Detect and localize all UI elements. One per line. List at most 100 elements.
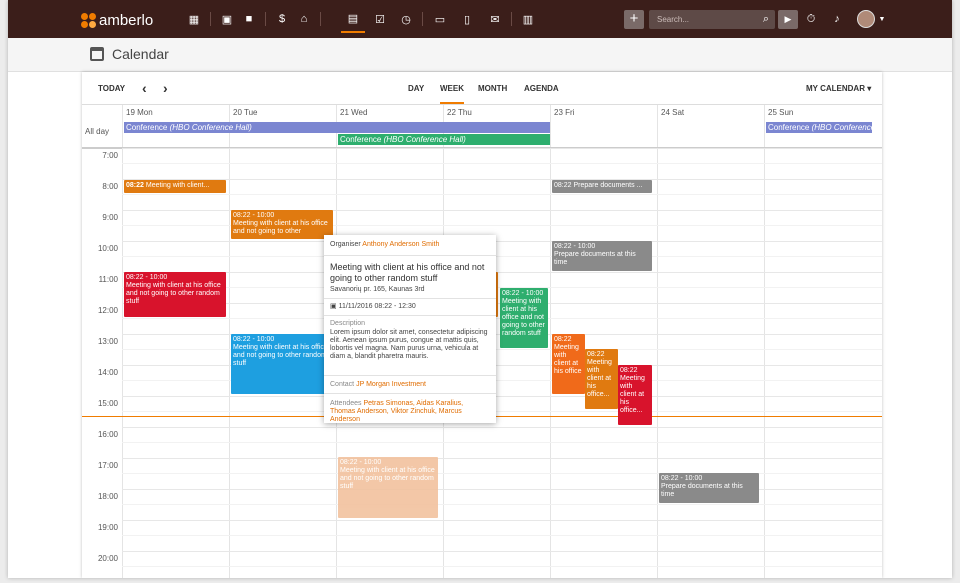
- day-header[interactable]: 19 Mon: [126, 108, 153, 117]
- time-label: 12:00: [97, 306, 118, 315]
- half-hour-line: [122, 411, 882, 412]
- day-header[interactable]: 25 Sun: [768, 108, 793, 117]
- half-hour-line: [122, 194, 882, 195]
- event-address: Savanorių pr. 165, Kaunas 3rd: [330, 286, 425, 293]
- allday-event[interactable]: Conference (HBO Conference Hall): [124, 122, 550, 133]
- calendar-event[interactable]: 08:22 - 10:00 Meeting with client at his …: [231, 334, 333, 394]
- time-label: 20:00: [97, 554, 118, 563]
- calendar-icon[interactable]: ▤: [341, 6, 365, 33]
- page-header: Calendar: [8, 38, 952, 72]
- day-header[interactable]: 22 Thu: [447, 108, 472, 117]
- chevron-down-icon[interactable]: ▼: [874, 11, 890, 27]
- day-header[interactable]: 20 Tue: [233, 108, 257, 117]
- next-button[interactable]: ›: [163, 80, 168, 96]
- calendar-event[interactable]: 08:22 Meeting with client at his office..…: [618, 365, 652, 425]
- calendar-event[interactable]: 08:22 - 10:00 Meeting with client at his …: [124, 272, 226, 317]
- tab-week[interactable]: WEEK: [440, 84, 464, 104]
- tab-agenda[interactable]: AGENDA: [524, 84, 559, 93]
- today-button[interactable]: TODAY: [98, 84, 125, 93]
- calendar-event[interactable]: 08:22 - 10:00 Meeting with client at his …: [231, 210, 333, 239]
- contact-row: Contact JP Morgan Investment: [330, 381, 426, 388]
- tasks-icon[interactable]: ☑: [372, 11, 388, 27]
- bank-icon[interactable]: ⌂: [296, 11, 312, 27]
- time-label: 10:00: [97, 244, 118, 253]
- tab-month[interactable]: MONTH: [478, 84, 507, 93]
- prev-button[interactable]: ‹: [142, 80, 147, 96]
- event-datetime: ▣ 11/11/2016 08:22 - 12:30: [330, 303, 416, 310]
- calendar-event[interactable]: 08:22 Prepare documents ...: [552, 180, 652, 193]
- search-input[interactable]: Search... ⌕: [649, 10, 775, 29]
- half-hour-line: [122, 566, 882, 567]
- time-label: 7:00: [102, 151, 118, 160]
- description-label: Description: [330, 320, 366, 327]
- day-header[interactable]: 21 Wed: [340, 108, 367, 117]
- calendar-event[interactable]: 08:22 - 10:00 Meeting with client at his …: [500, 288, 548, 348]
- attendees-row: Attendees Petras Simonas, Aidas Karalius…: [330, 400, 464, 423]
- hour-line: [122, 148, 882, 149]
- event-title: Meeting with client at his office and no…: [330, 262, 485, 283]
- tab-day[interactable]: DAY: [408, 84, 424, 93]
- calendar-event[interactable]: 08:22 - 10:00 Meeting with client at his …: [338, 457, 438, 518]
- half-hour-line: [122, 442, 882, 443]
- half-hour-line: [122, 535, 882, 536]
- page-title: Calendar: [112, 46, 169, 62]
- organiser-link[interactable]: Anthony Anderson Smith: [362, 241, 439, 248]
- calendar-event[interactable]: 08:22 Meeting with client...: [124, 180, 226, 193]
- time-label: 19:00: [97, 523, 118, 532]
- search-icon[interactable]: ⌕: [763, 10, 769, 29]
- half-hour-line: [122, 504, 882, 505]
- hour-line: [122, 489, 882, 490]
- stopwatch-icon[interactable]: ⏱: [803, 11, 819, 27]
- logo-icon: [81, 12, 96, 28]
- top-navbar: amberlo ▦ ▣ ■ $ ⌂ ▤ ☑ ◷ ▭ ▯ ✉ ▥ + Search…: [8, 0, 952, 38]
- day-header[interactable]: 23 Fri: [554, 108, 574, 117]
- time-label: 8:00: [102, 182, 118, 191]
- time-label: 9:00: [102, 213, 118, 222]
- calendar-event[interactable]: 08:22 - 10:00 Prepare documents at this t…: [552, 241, 652, 271]
- documents-icon[interactable]: ▯: [459, 11, 475, 27]
- allday-event[interactable]: Conference (HBO Conference Hall): [338, 134, 550, 145]
- mail-icon[interactable]: ✉: [487, 11, 503, 27]
- calendar-event[interactable]: 08:22 Meeting with client at his office: [552, 334, 585, 394]
- avatar[interactable]: [857, 10, 875, 28]
- calendar-toolbar: TODAY ‹ › DAY WEEK MONTH AGENDA MY CALEN…: [82, 72, 882, 105]
- contacts-icon[interactable]: ▣: [219, 11, 235, 27]
- billing-icon[interactable]: $: [274, 11, 290, 27]
- event-description: Lorem ipsum dolor sit amet, consectetur …: [330, 329, 488, 360]
- time-label: 13:00: [97, 337, 118, 346]
- folder-icon[interactable]: ▭: [432, 11, 448, 27]
- calendar-event[interactable]: 08:22 - 10:00 Prepare documents at this t…: [659, 473, 759, 503]
- hour-line: [122, 458, 882, 459]
- calendar-event[interactable]: 08:22 Meeting with client at his office..…: [585, 349, 618, 409]
- search-placeholder: Search...: [657, 15, 690, 24]
- time-label: 15:00: [97, 399, 118, 408]
- day-header[interactable]: 24 Sat: [661, 108, 684, 117]
- logo[interactable]: amberlo: [81, 10, 153, 30]
- contact-link[interactable]: JP Morgan Investment: [356, 381, 426, 388]
- play-timer-button[interactable]: ▶: [778, 10, 798, 29]
- allday-event[interactable]: Conference (HBO Conference...: [766, 122, 872, 133]
- app-window: amberlo ▦ ▣ ■ $ ⌂ ▤ ☑ ◷ ▭ ▯ ✉ ▥ + Search…: [8, 0, 952, 578]
- hour-line: [122, 396, 882, 397]
- event-details-popup: Organiser Anthony Anderson Smith Meeting…: [324, 235, 496, 423]
- hour-line: [122, 241, 882, 242]
- calendar-title-icon: [90, 47, 104, 61]
- allday-label: All day: [85, 127, 110, 136]
- bell-icon[interactable]: ♪: [829, 11, 845, 27]
- dashboard-icon[interactable]: ▦: [186, 11, 202, 27]
- clock-icon[interactable]: ◷: [398, 11, 414, 27]
- calendar-select[interactable]: MY CALENDAR ▾: [806, 84, 871, 93]
- hour-line: [122, 551, 882, 552]
- hour-line: [122, 520, 882, 521]
- calendar-select-label: MY CALENDAR: [806, 84, 865, 93]
- calendar-small-icon: ▣: [330, 303, 337, 310]
- time-label: 14:00: [97, 368, 118, 377]
- half-hour-line: [122, 256, 882, 257]
- logo-text: amberlo: [99, 11, 154, 29]
- reports-icon[interactable]: ▥: [520, 11, 536, 27]
- briefcase-icon[interactable]: ■: [241, 11, 257, 27]
- time-label: 11:00: [98, 275, 118, 284]
- hour-line: [122, 427, 882, 428]
- hour-line: [122, 272, 882, 273]
- add-button[interactable]: +: [624, 10, 644, 29]
